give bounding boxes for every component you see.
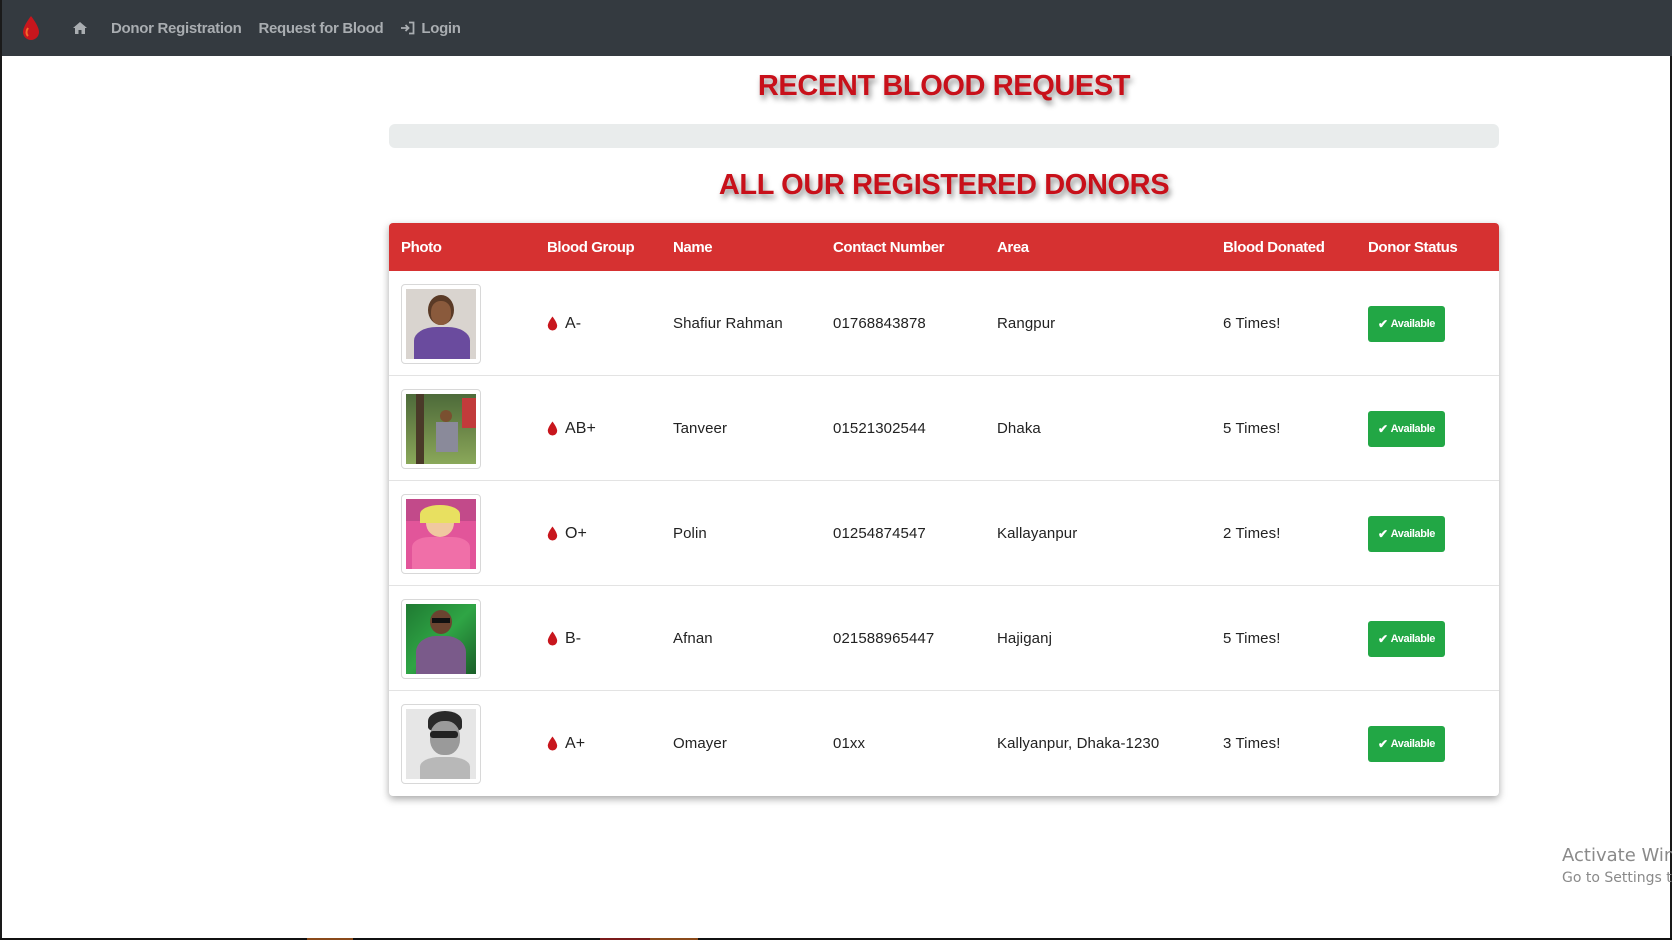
donor-area: Dhaka bbox=[997, 420, 1041, 437]
status-label: Available bbox=[1390, 422, 1436, 435]
donor-name: Shafiur Rahman bbox=[673, 315, 783, 332]
donor-photo bbox=[401, 703, 481, 784]
nav-login-label: Login bbox=[421, 19, 461, 37]
status-label: Available bbox=[1390, 632, 1436, 645]
donor-blood-donated: 2 Times! bbox=[1223, 525, 1281, 542]
donor-area: Rangpur bbox=[997, 315, 1056, 332]
column-header-donor-status: Donor Status bbox=[1368, 238, 1458, 256]
donor-contact: 01254874547 bbox=[833, 525, 926, 542]
watermark-line-2: Go to Settings to bbox=[1562, 870, 1672, 886]
column-header-blood-donated: Blood Donated bbox=[1223, 238, 1325, 256]
check-icon: ✔ bbox=[1378, 316, 1388, 331]
blood-group-value: A+ bbox=[565, 734, 586, 752]
check-icon: ✔ bbox=[1378, 421, 1388, 436]
table-row: B- Afnan 021588965447 Hajiganj 5 Times! … bbox=[389, 586, 1499, 691]
donor-name: Polin bbox=[673, 525, 707, 542]
blood-drop-icon bbox=[547, 526, 558, 541]
table-header: Photo Blood Group Name Contact Number Ar… bbox=[389, 223, 1499, 271]
table-row: O+ Polin 01254874547 Kallayanpur 2 Times… bbox=[389, 481, 1499, 586]
donor-blood-donated: 6 Times! bbox=[1223, 315, 1281, 332]
donors-table: Photo Blood Group Name Contact Number Ar… bbox=[389, 223, 1499, 796]
column-header-name: Name bbox=[673, 238, 713, 256]
table-row: AB+ Tanveer 01521302544 Dhaka 5 Times! ✔… bbox=[389, 376, 1499, 481]
blood-drop-icon bbox=[547, 736, 558, 751]
navbar: Donor Registration Request for Blood Log… bbox=[2, 0, 1672, 56]
donor-contact: 01xx bbox=[833, 735, 866, 752]
blood-group-value: B- bbox=[565, 629, 582, 647]
blood-group-value: AB+ bbox=[565, 419, 596, 437]
donor-photo bbox=[401, 493, 481, 574]
table-body: A- Shafiur Rahman 01768843878 Rangpur 6 … bbox=[389, 271, 1499, 796]
column-header-area: Area bbox=[997, 238, 1029, 256]
donor-blood-donated: 5 Times! bbox=[1223, 630, 1281, 647]
donor-contact: 01521302544 bbox=[833, 420, 926, 437]
blood-drop-icon bbox=[547, 316, 558, 331]
nav-home[interactable] bbox=[72, 21, 94, 35]
donor-photo bbox=[401, 283, 481, 364]
donor-name: Afnan bbox=[673, 630, 713, 647]
windows-activation-watermark: Activate Win Go to Settings to bbox=[1562, 845, 1672, 886]
available-status-button[interactable]: ✔ Available bbox=[1368, 305, 1445, 342]
table-row: A+ Omayer 01xx Kallyanpur, Dhaka-1230 3 … bbox=[389, 691, 1499, 796]
donor-area: Kallyanpur, Dhaka-1230 bbox=[997, 735, 1160, 752]
column-header-contact: Contact Number bbox=[833, 238, 945, 256]
recent-request-container bbox=[389, 124, 1499, 148]
nav-request-for-blood-label: Request for Blood bbox=[258, 19, 384, 37]
nav-donor-registration[interactable]: Donor Registration bbox=[111, 19, 242, 37]
check-icon: ✔ bbox=[1378, 736, 1388, 751]
donor-contact: 01768843878 bbox=[833, 315, 926, 332]
donor-area: Hajiganj bbox=[997, 630, 1052, 647]
donor-blood-donated: 3 Times! bbox=[1223, 735, 1281, 752]
available-status-button[interactable]: ✔ Available bbox=[1368, 515, 1445, 552]
watermark-line-1: Activate Win bbox=[1562, 845, 1672, 866]
column-header-photo: Photo bbox=[401, 238, 442, 256]
blood-drop-icon bbox=[547, 631, 558, 646]
donor-name: Tanveer bbox=[673, 420, 728, 437]
blood-group-value: O+ bbox=[565, 524, 587, 542]
recent-blood-request-title: RECENT BLOOD REQUEST bbox=[757, 70, 1131, 102]
donor-name: Omayer bbox=[673, 735, 727, 752]
page: Donor Registration Request for Blood Log… bbox=[0, 0, 1672, 938]
registered-donors-title: ALL OUR REGISTERED DONORS bbox=[718, 169, 1170, 201]
blood-group-value: A- bbox=[565, 314, 582, 332]
nav-request-for-blood[interactable]: Request for Blood bbox=[258, 20, 383, 37]
donor-photo bbox=[401, 388, 481, 469]
table-row: A- Shafiur Rahman 01768843878 Rangpur 6 … bbox=[389, 271, 1499, 376]
donor-contact: 021588965447 bbox=[833, 630, 935, 647]
check-icon: ✔ bbox=[1378, 526, 1388, 541]
sign-in-icon bbox=[401, 21, 415, 35]
available-status-button[interactable]: ✔ Available bbox=[1368, 410, 1445, 447]
status-label: Available bbox=[1390, 317, 1436, 330]
donor-area: Kallayanpur bbox=[997, 525, 1078, 542]
status-label: Available bbox=[1390, 527, 1436, 540]
nav-login[interactable]: Login bbox=[400, 19, 461, 37]
column-header-blood-group: Blood Group bbox=[547, 238, 635, 256]
nav-donor-registration-label: Donor Registration bbox=[111, 19, 242, 37]
home-icon bbox=[73, 22, 87, 34]
status-label: Available bbox=[1390, 737, 1436, 750]
available-status-button[interactable]: ✔ Available bbox=[1368, 620, 1445, 657]
check-icon: ✔ bbox=[1378, 631, 1388, 646]
blood-drop-icon[interactable] bbox=[18, 13, 44, 43]
blood-drop-icon bbox=[547, 421, 558, 436]
donor-photo bbox=[401, 598, 481, 679]
available-status-button[interactable]: ✔ Available bbox=[1368, 725, 1445, 762]
donor-blood-donated: 5 Times! bbox=[1223, 420, 1281, 437]
